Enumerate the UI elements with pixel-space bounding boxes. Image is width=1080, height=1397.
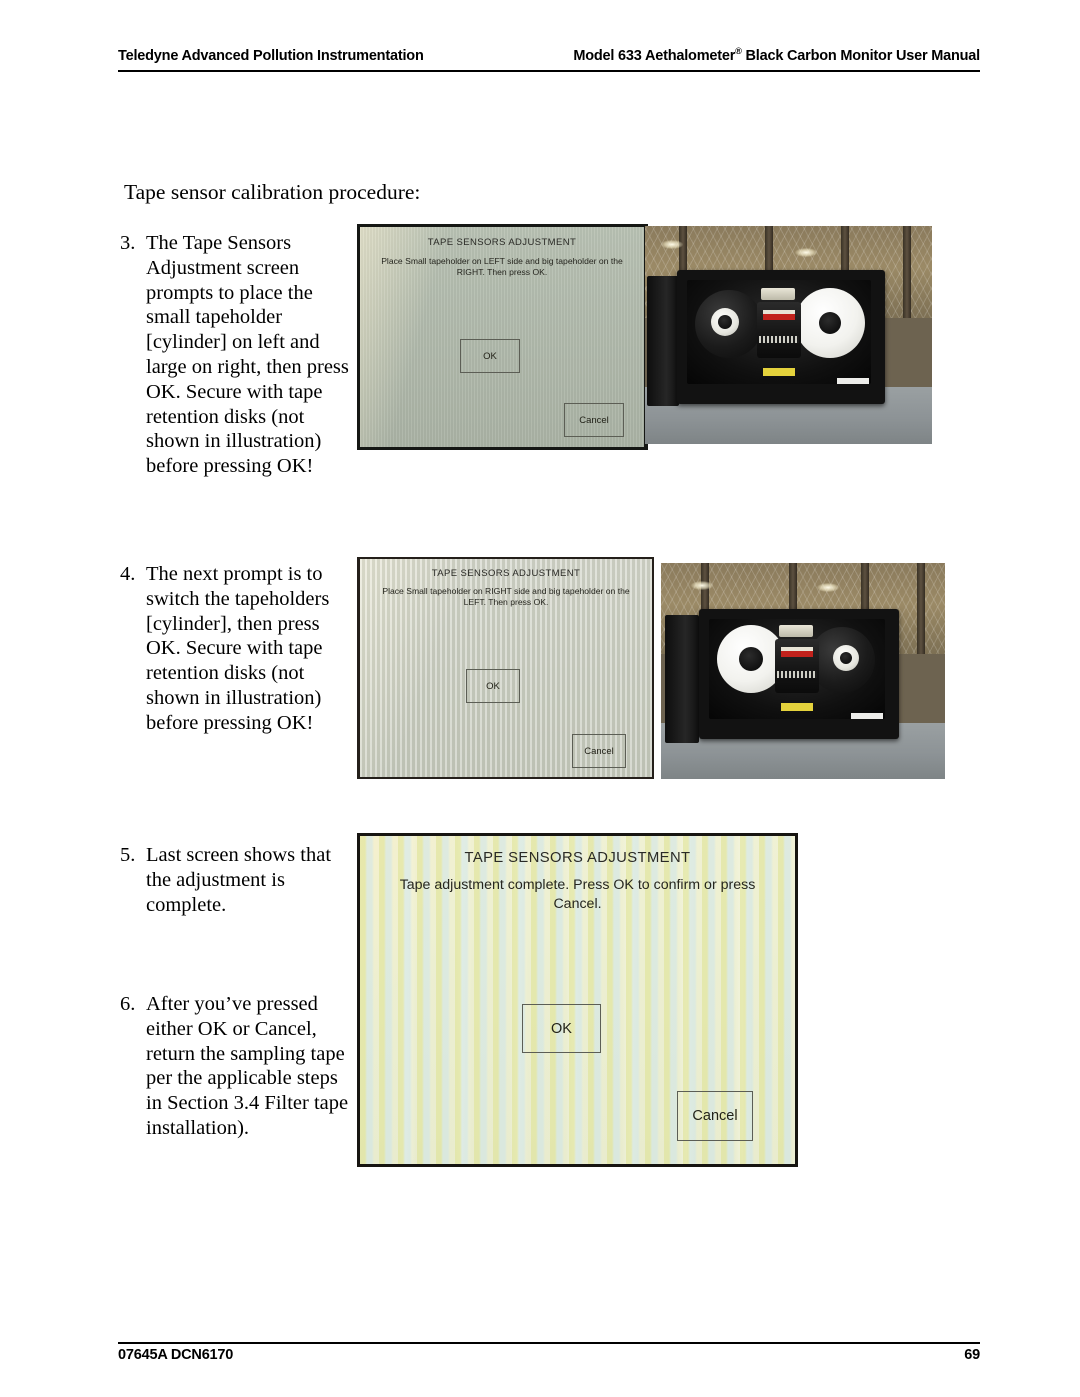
spool-hub-icon [819, 312, 841, 334]
step-6: 6. After you’ve pressed either OK or Can… [120, 992, 352, 1141]
procedure-intro: Tape sensor calibration procedure: [124, 180, 421, 204]
dialog-2-message: Place Small tapeholder on RIGHT side and… [382, 586, 630, 608]
header-manual-title: Model 633 Aethalometer® Black Carbon Mon… [573, 46, 980, 64]
instrument-door-2 [665, 615, 699, 743]
dialog-2-title: TAPE SENSORS ADJUSTMENT [431, 568, 581, 579]
dialog-1-ok-button[interactable]: OK [460, 339, 520, 373]
header-manual-title-pre: Model 633 Aethalometer [573, 47, 736, 64]
dialog-2-cancel-button[interactable]: Cancel [572, 734, 626, 768]
tape-sensors-adjustment-dialog-1: TAPE SENSORS ADJUSTMENT Place Small tape… [357, 224, 648, 450]
ceiling-lamp-icon [661, 240, 683, 249]
dialog-1-cancel-button[interactable]: Cancel [564, 403, 624, 437]
header-company-name: Teledyne Advanced Pollution Instrumentat… [118, 47, 424, 64]
instrument-interior-photo-1 [645, 226, 932, 444]
figure-dialog-screenshot-1: TAPE SENSORS ADJUSTMENT Place Small tape… [357, 224, 648, 450]
footer-page-number: 69 [964, 1347, 980, 1363]
footer-document-number: 07645A DCN6170 [118, 1347, 234, 1363]
ceiling-lamp-icon [691, 581, 713, 590]
step-5-text: Last screen shows that the adjustment is… [146, 844, 332, 916]
optics-head-1 [761, 288, 795, 300]
instrument-interior-photo-2 [661, 563, 945, 779]
tape-sensors-adjustment-dialog-3: TAPE SENSORS ADJUSTMENT Tape adjustment … [357, 833, 798, 1167]
dialog-3-message: Tape adjustment complete. Press OK to co… [399, 877, 756, 912]
running-header: Teledyne Advanced Pollution Instrumentat… [118, 46, 980, 64]
instrument-door-1 [647, 276, 679, 406]
figure-instrument-photo-1 [645, 226, 932, 444]
dialog-3-ok-button[interactable]: OK [522, 1004, 601, 1053]
optics-grating-2 [777, 671, 817, 678]
step-3-text: The Tape Sensors Adjustment screen promp… [146, 232, 349, 478]
step-4-number: 4. [120, 563, 136, 585]
step-6-text: After you’ve pressed either OK or Cancel… [146, 993, 349, 1139]
tape-sensors-adjustment-dialog-2: TAPE SENSORS ADJUSTMENT Place Small tape… [357, 557, 654, 779]
serial-label-icon [851, 713, 883, 719]
figure-instrument-photo-2 [661, 563, 945, 779]
spool-hub-icon [840, 652, 852, 664]
spool-hub-icon [739, 647, 763, 671]
manual-page: Teledyne Advanced Pollution Instrumentat… [0, 0, 1080, 1397]
figure-dialog-screenshot-3: TAPE SENSORS ADJUSTMENT Tape adjustment … [357, 833, 798, 1167]
dialog-1-title: TAPE SENSORS ADJUSTMENT [427, 237, 577, 248]
rack-post-icon [903, 226, 911, 318]
dialog-3-cancel-button[interactable]: Cancel [677, 1091, 753, 1141]
spool-hub-icon [718, 315, 732, 329]
optics-head-2 [779, 625, 813, 637]
ceiling-lamp-icon [795, 248, 817, 257]
figure-dialog-screenshot-2: TAPE SENSORS ADJUSTMENT Place Small tape… [357, 557, 654, 779]
dialog-2-ok-button[interactable]: OK [466, 669, 520, 703]
step-4-text: The next prompt is to switch the tapehol… [146, 563, 330, 734]
caution-label-icon [781, 703, 813, 711]
ceiling-lamp-icon [817, 583, 839, 592]
warning-label-icon [781, 647, 813, 657]
step-3: 3. The Tape Sensors Adjustment screen pr… [120, 231, 352, 479]
serial-label-icon [837, 378, 869, 384]
step-5: 5. Last screen shows that the adjustment… [120, 843, 352, 917]
step-5-number: 5. [120, 844, 136, 866]
caution-label-icon [763, 368, 795, 376]
optics-grating-1 [759, 336, 799, 343]
header-manual-title-post: Black Carbon Monitor User Manual [741, 47, 980, 64]
step-6-number: 6. [120, 993, 136, 1015]
header-divider [118, 70, 980, 72]
running-footer: 07645A DCN6170 69 [118, 1347, 980, 1363]
step-4: 4. The next prompt is to switch the tape… [120, 562, 352, 736]
rack-post-icon [917, 563, 925, 654]
warning-label-icon [763, 310, 795, 320]
dialog-1-message: Place Small tapeholder on LEFT side and … [381, 256, 623, 278]
step-3-number: 3. [120, 232, 136, 254]
dialog-3-title: TAPE SENSORS ADJUSTMENT [464, 850, 691, 866]
footer-divider [118, 1342, 980, 1344]
